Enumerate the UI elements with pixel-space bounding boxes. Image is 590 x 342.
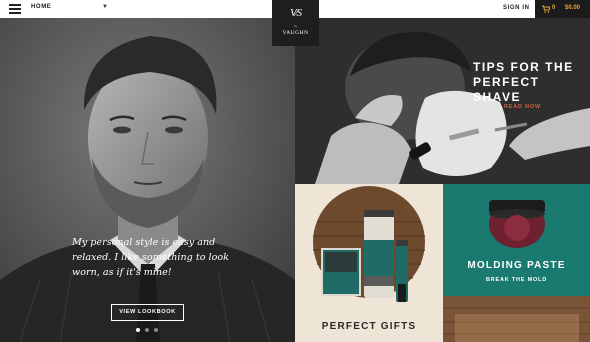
logo-by: by (293, 24, 298, 28)
view-lookbook-button[interactable]: VIEW LOOKBOOK (111, 304, 184, 321)
gift-products-image (295, 184, 443, 342)
break-the-mold-link[interactable]: BREAK THE MOLD (443, 277, 590, 283)
page-select-dropdown[interactable]: HOME ▼ (31, 2, 111, 16)
menu-icon[interactable] (9, 4, 21, 14)
logo-monogram: V⁄S (289, 7, 302, 19)
cart-icon (542, 5, 550, 13)
carousel-dots (136, 328, 162, 332)
perfect-gifts-tile[interactable]: PERFECT GIFTS (295, 184, 443, 342)
molding-paste-title: MOLDING PASTE (467, 260, 566, 271)
hero-banner: My personal style is easy and relaxed. I… (0, 18, 295, 342)
read-now-link[interactable]: READ NOW (504, 104, 541, 110)
shave-tile-title: TIPS FOR THE PERFECT SHAVE (473, 60, 574, 104)
carousel-dot-1[interactable] (136, 328, 140, 332)
brand-logo[interactable]: V⁄S by VAUGHN (272, 0, 319, 46)
chevron-down-icon: ▼ (102, 4, 108, 10)
hero-quote: My personal style is easy and relaxed. I… (72, 237, 229, 278)
carousel-dot-2[interactable] (145, 328, 149, 332)
cart-total: $0.00 (565, 5, 581, 11)
gifts-tile-title: PERFECT GIFTS (321, 321, 417, 332)
logo-name: VAUGHN (282, 30, 309, 36)
molding-paste-tile[interactable]: MOLDING PASTE BREAK THE MOLD (443, 184, 590, 342)
page-select-value: HOME (31, 4, 52, 10)
hero-portrait-image (0, 18, 295, 342)
sign-in-link[interactable]: SIGN IN (503, 5, 530, 11)
shave-tips-tile[interactable]: TIPS FOR THE PERFECT SHAVE READ NOW (295, 18, 590, 184)
cart-button[interactable]: 0 $0.00 (535, 0, 590, 18)
carousel-dot-3[interactable] (154, 328, 158, 332)
cart-count: 0 (552, 5, 556, 11)
